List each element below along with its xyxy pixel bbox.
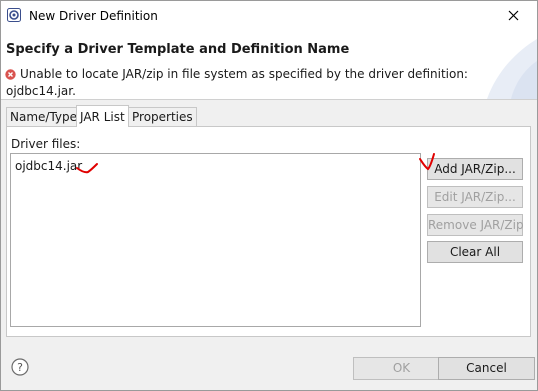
add-jar-button[interactable]: Add JAR/Zip...: [427, 158, 523, 180]
jar-list-panel: Driver files: ojdbc14.jar Add JAR/Zip...…: [6, 126, 531, 337]
close-icon: [508, 10, 519, 21]
page-title: Specify a Driver Template and Definition…: [6, 42, 350, 57]
error-detail: ojdbc14.jar.: [6, 84, 76, 98]
driver-definition-dialog: New Driver Definition Specify a Driver T…: [0, 0, 538, 391]
title-bar: New Driver Definition: [1, 1, 537, 31]
clear-all-button[interactable]: Clear All: [427, 241, 523, 263]
remove-jar-button[interactable]: Remove JAR/Zip: [427, 214, 524, 236]
driver-files-list[interactable]: ojdbc14.jar: [10, 153, 421, 327]
tab-jar-list[interactable]: JAR List: [76, 105, 129, 127]
app-icon: [7, 8, 21, 22]
svg-text:?: ?: [17, 361, 23, 374]
window-title: New Driver Definition: [29, 9, 158, 23]
cancel-button[interactable]: Cancel: [438, 357, 535, 380]
close-button[interactable]: [491, 1, 537, 31]
tab-name-type[interactable]: Name/Type: [6, 107, 82, 126]
error-message: Unable to locate JAR/zip in file system …: [20, 67, 468, 81]
edit-jar-button[interactable]: Edit JAR/Zip...: [427, 186, 523, 208]
banner-decoration: [487, 39, 537, 99]
dialog-header: Specify a Driver Template and Definition…: [1, 31, 537, 100]
tab-properties[interactable]: Properties: [128, 107, 197, 126]
driver-files-label: Driver files:: [11, 137, 81, 151]
error-icon: [5, 69, 16, 80]
list-item[interactable]: ojdbc14.jar: [15, 159, 82, 173]
ok-button[interactable]: OK: [353, 357, 450, 380]
help-icon[interactable]: ?: [11, 358, 29, 376]
